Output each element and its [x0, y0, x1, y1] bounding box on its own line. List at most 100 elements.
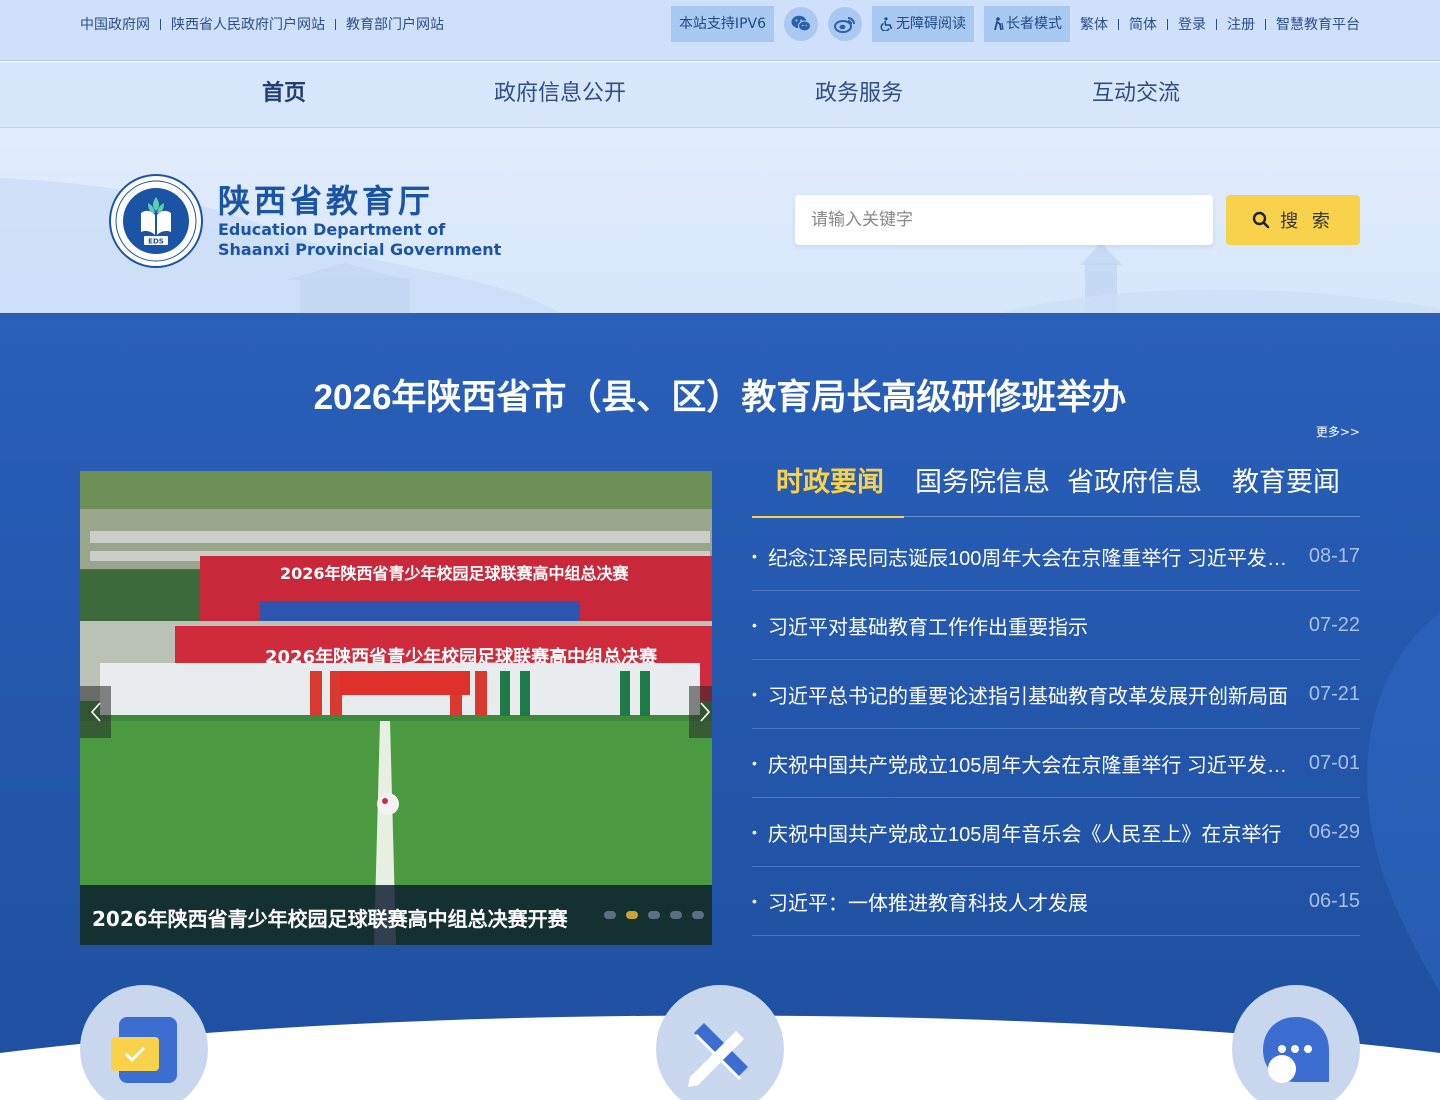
news-title: 庆祝中国共产党成立105周年大会在京隆重举行 习近平发表重要讲话 — [768, 754, 1309, 777]
accessibility-button[interactable]: 无障碍阅读 — [872, 6, 974, 42]
list-item[interactable]: • 庆祝中国共产党成立105周年音乐会《人民至上》在京举行 06-29 — [752, 798, 1360, 867]
divider — [160, 18, 161, 30]
weibo-button[interactable] — [828, 7, 862, 41]
divider — [1167, 18, 1168, 30]
search-button-label: 搜 索 — [1280, 211, 1334, 232]
news-date: 08-17 — [1308, 544, 1360, 567]
link-moe[interactable]: 教育部门户网站 — [346, 14, 444, 34]
news-title: 纪念江泽民同志诞辰100周年大会在京隆重举行 习近平发表重要讲话 — [768, 547, 1309, 570]
photo-slider[interactable]: 2026年陕西省青少年校园足球联赛高中组总决赛 2026年陕西省青少年校园足球联… — [80, 471, 712, 945]
slider-prev-button[interactable] — [80, 686, 111, 738]
login-link[interactable]: 登录 — [1178, 14, 1206, 34]
chevron-left-icon — [90, 702, 101, 722]
news-title: 习近平对基础教育工作作出重要指示 — [768, 616, 1088, 639]
list-item[interactable]: • 习近平总书记的重要论述指引基础教育改革发展开创新局面 07-21 — [752, 660, 1360, 729]
slider-dots — [604, 911, 704, 919]
site-logo[interactable]: EDS 陕西省教育厅 Education Department of Shaan… — [108, 173, 501, 269]
news-date: 06-15 — [1308, 889, 1360, 912]
tab-state-council[interactable]: 国务院信息 — [915, 463, 1050, 517]
more-link[interactable]: 更多>> — [1316, 423, 1360, 440]
register-link[interactable]: 注册 — [1227, 14, 1255, 34]
chevron-right-icon — [699, 702, 710, 722]
elder-mode-button[interactable]: 长者模式 — [984, 6, 1070, 42]
bullet: • — [752, 893, 757, 909]
slider-banner-text: 2026年陕西省青少年校园足球联赛高中组总决赛 — [280, 564, 630, 583]
slider-caption[interactable]: 2026年陕西省青少年校园足球联赛高中组总决赛开赛 — [92, 903, 568, 932]
nav-home[interactable]: 首页 — [262, 62, 306, 128]
weibo-icon — [834, 17, 855, 33]
bullet: • — [752, 755, 757, 771]
bullet: • — [752, 617, 757, 633]
tab-provincial-gov[interactable]: 省政府信息 — [1067, 463, 1202, 517]
list-item[interactable]: • 庆祝中国共产党成立105周年大会在京隆重举行 习近平发表重要讲话 07-01 — [752, 729, 1360, 798]
bullet: • — [752, 548, 757, 564]
smart-education-link[interactable]: 智慧教育平台 — [1276, 14, 1360, 34]
elder-icon — [994, 17, 1004, 31]
divider — [1216, 18, 1217, 30]
ruler-pencil-icon — [688, 1023, 748, 1087]
link-shaanxi-gov[interactable]: 陕西省人民政府门户网站 — [171, 14, 325, 34]
slider-dot[interactable] — [670, 911, 682, 919]
external-links: 中国政府网 陕西省人民政府门户网站 教育部门户网站 — [80, 0, 444, 48]
divider — [1265, 18, 1266, 30]
list-item[interactable]: • 习近平：一体推进教育科技人才发展 06-15 — [752, 867, 1360, 936]
simplified-chinese-link[interactable]: 简体 — [1129, 14, 1157, 34]
slider-photo: 2026年陕西省青少年校园足球联赛高中组总决赛 2026年陕西省青少年校园足球联… — [80, 471, 712, 945]
top-headline[interactable]: 2026年陕西省市（县、区）教育局长高级研修班举办 — [0, 369, 1440, 420]
search-icon — [1252, 211, 1270, 229]
logo-text: 陕西省教育厅 Education Department of Shaanxi P… — [218, 182, 501, 260]
quick-entry-tasks[interactable] — [80, 985, 208, 1100]
top-tools: 本站支持IPV6 无障碍阅读 长者模式 繁体 简体 登录 注册 智慧教育平台 — [670, 6, 1360, 42]
divider — [335, 18, 336, 30]
quick-entry-tools[interactable] — [656, 985, 784, 1100]
active-tab-indicator — [752, 516, 904, 518]
nav-interaction[interactable]: 互动交流 — [1092, 62, 1180, 128]
list-item[interactable]: • 习近平对基础教育工作作出重要指示 07-22 — [752, 591, 1360, 660]
tab-education-news[interactable]: 教育要闻 — [1232, 463, 1340, 517]
chat-bubble-icon — [1263, 1017, 1329, 1083]
logo-english-line-2: Shaanxi Provincial Government — [218, 240, 502, 259]
bullet: • — [752, 824, 757, 840]
logo-english-line-1: Education Department of — [218, 220, 446, 239]
traditional-chinese-link[interactable]: 繁体 — [1080, 14, 1108, 34]
slider-dot[interactable] — [604, 911, 616, 919]
top-utility-bar: 中国政府网 陕西省人民政府门户网站 教育部门户网站 本站支持IPV6 无障碍阅读… — [0, 0, 1440, 61]
slider-dot-active[interactable] — [626, 911, 638, 919]
quick-entry-messages[interactable] — [1232, 985, 1360, 1100]
slider-dot[interactable] — [692, 911, 704, 919]
news-date: 06-29 — [1308, 820, 1360, 843]
bullet: • — [752, 686, 757, 702]
checklist-icon — [111, 1017, 177, 1083]
wheelchair-icon — [880, 17, 893, 31]
accessibility-label: 无障碍阅读 — [896, 16, 966, 32]
wechat-icon — [791, 15, 811, 32]
department-seal-icon: EDS — [109, 174, 203, 268]
main-nav: 首页 政府信息公开 政务服务 互动交流 — [0, 62, 1440, 128]
news-date: 07-21 — [1308, 682, 1360, 705]
list-item[interactable]: • 纪念江泽民同志诞辰100周年大会在京隆重举行 习近平发表重要讲话 08-17 — [752, 522, 1360, 591]
slider-dot[interactable] — [648, 911, 660, 919]
news-date: 07-22 — [1308, 613, 1360, 636]
slider-next-button[interactable] — [689, 686, 712, 738]
news-list: • 纪念江泽民同志诞辰100周年大会在京隆重举行 习近平发表重要讲话 08-17… — [752, 522, 1360, 936]
news-title: 习近平：一体推进教育科技人才发展 — [768, 892, 1088, 915]
search-input[interactable] — [795, 195, 1213, 245]
main-content: 2026年陕西省市（县、区）教育局长高级研修班举办 更多>> 2026年陕西省青… — [0, 313, 1440, 1100]
tab-current-affairs[interactable]: 时政要闻 — [776, 463, 884, 517]
search-button[interactable]: 搜 索 — [1226, 195, 1360, 245]
divider — [1118, 18, 1119, 30]
nav-services[interactable]: 政务服务 — [815, 62, 903, 128]
ipv6-badge: 本站支持IPV6 — [670, 6, 774, 42]
news-date: 07-01 — [1308, 751, 1360, 774]
link-china-gov[interactable]: 中国政府网 — [80, 14, 150, 34]
svg-text:EDS: EDS — [148, 238, 164, 246]
logo-chinese-name: 陕西省教育厅 — [218, 182, 435, 220]
news-title: 习近平总书记的重要论述指引基础教育改革发展开创新局面 — [768, 685, 1288, 708]
elder-mode-label: 长者模式 — [1006, 16, 1062, 32]
news-tabs: 时政要闻 国务院信息 省政府信息 教育要闻 — [752, 463, 1360, 518]
news-title: 庆祝中国共产党成立105周年音乐会《人民至上》在京举行 — [768, 823, 1282, 846]
wechat-button[interactable] — [784, 7, 818, 41]
slider-caption-bar: 2026年陕西省青少年校园足球联赛高中组总决赛开赛 — [80, 885, 712, 945]
site-header: EDS 陕西省教育厅 Education Department of Shaan… — [0, 128, 1440, 313]
nav-gov-info[interactable]: 政府信息公开 — [494, 62, 626, 128]
